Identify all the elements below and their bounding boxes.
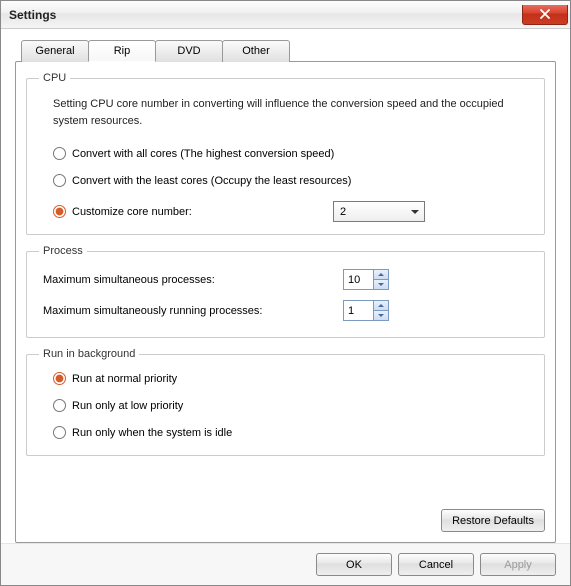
bg-radio-normal-label: Run at normal priority	[72, 373, 177, 385]
group-process-legend: Process	[39, 245, 87, 257]
max-running-input[interactable]	[343, 300, 373, 321]
tabstrip: General Rip DVD Other	[21, 39, 556, 61]
close-icon	[540, 9, 550, 19]
tab-rip[interactable]: Rip	[88, 40, 156, 62]
titlebar: Settings	[1, 1, 570, 29]
tab-dvd[interactable]: DVD	[155, 40, 223, 62]
cpu-option-customize-row: Customize core number: 2	[53, 201, 532, 222]
chevron-down-icon	[378, 283, 384, 286]
cpu-radio-customize-label: Customize core number:	[72, 206, 192, 218]
bg-radio-idle-label: Run only when the system is idle	[72, 427, 232, 439]
max-running-up[interactable]	[373, 300, 389, 310]
max-simultaneous-input[interactable]	[343, 269, 373, 290]
tab-other[interactable]: Other	[222, 40, 290, 62]
apply-button[interactable]: Apply	[480, 553, 556, 576]
cpu-radio-least-cores-label: Convert with the least cores (Occupy the…	[72, 175, 351, 187]
cancel-button[interactable]: Cancel	[398, 553, 474, 576]
cpu-option-all-cores-row: Convert with all cores (The highest conv…	[53, 147, 532, 160]
max-simultaneous-row: Maximum simultaneous processes:	[43, 269, 532, 290]
group-cpu-legend: CPU	[39, 72, 70, 84]
bg-option-idle-row: Run only when the system is idle	[53, 426, 532, 439]
tab-general[interactable]: General	[21, 40, 89, 62]
max-simultaneous-down[interactable]	[373, 279, 389, 290]
max-running-row: Maximum simultaneously running processes…	[43, 300, 532, 321]
max-running-down[interactable]	[373, 310, 389, 321]
ok-button[interactable]: OK	[316, 553, 392, 576]
group-process: Process Maximum simultaneous processes: …	[26, 245, 545, 338]
dialog-footer: OK Cancel Apply	[1, 543, 570, 585]
chevron-up-icon	[378, 273, 384, 276]
max-simultaneous-up[interactable]	[373, 269, 389, 279]
chevron-down-icon	[378, 314, 384, 317]
cpu-description: Setting CPU core number in converting wi…	[53, 96, 532, 129]
close-button[interactable]	[522, 5, 568, 25]
cpu-radio-all-cores-label: Convert with all cores (The highest conv…	[72, 148, 334, 160]
bg-radio-idle[interactable]	[53, 426, 66, 439]
core-number-value: 2	[340, 206, 346, 218]
core-number-dropdown[interactable]: 2	[333, 201, 425, 222]
group-background-legend: Run in background	[39, 348, 139, 360]
bg-radio-normal[interactable]	[53, 372, 66, 385]
cpu-radio-customize[interactable]	[53, 205, 66, 218]
bg-option-low-row: Run only at low priority	[53, 399, 532, 412]
group-background: Run in background Run at normal priority…	[26, 348, 545, 456]
bg-option-normal-row: Run at normal priority	[53, 372, 532, 385]
group-cpu: CPU Setting CPU core number in convertin…	[26, 72, 545, 235]
cpu-radio-all-cores[interactable]	[53, 147, 66, 160]
restore-defaults-button[interactable]: Restore Defaults	[441, 509, 545, 532]
chevron-up-icon	[378, 304, 384, 307]
tab-panel-rip: CPU Setting CPU core number in convertin…	[15, 61, 556, 543]
restore-row: Restore Defaults	[26, 503, 545, 532]
max-running-spinner	[343, 300, 389, 321]
bg-radio-low[interactable]	[53, 399, 66, 412]
window-title: Settings	[9, 8, 56, 22]
bg-radio-low-label: Run only at low priority	[72, 400, 183, 412]
settings-window: Settings General Rip DVD Other CPU Setti…	[0, 0, 571, 586]
chevron-down-icon	[406, 203, 423, 220]
content-area: General Rip DVD Other CPU Setting CPU co…	[1, 29, 570, 543]
cpu-radio-least-cores[interactable]	[53, 174, 66, 187]
max-simultaneous-spinner	[343, 269, 389, 290]
max-simultaneous-label: Maximum simultaneous processes:	[43, 274, 343, 286]
cpu-option-least-cores-row: Convert with the least cores (Occupy the…	[53, 174, 532, 187]
max-running-label: Maximum simultaneously running processes…	[43, 305, 343, 317]
